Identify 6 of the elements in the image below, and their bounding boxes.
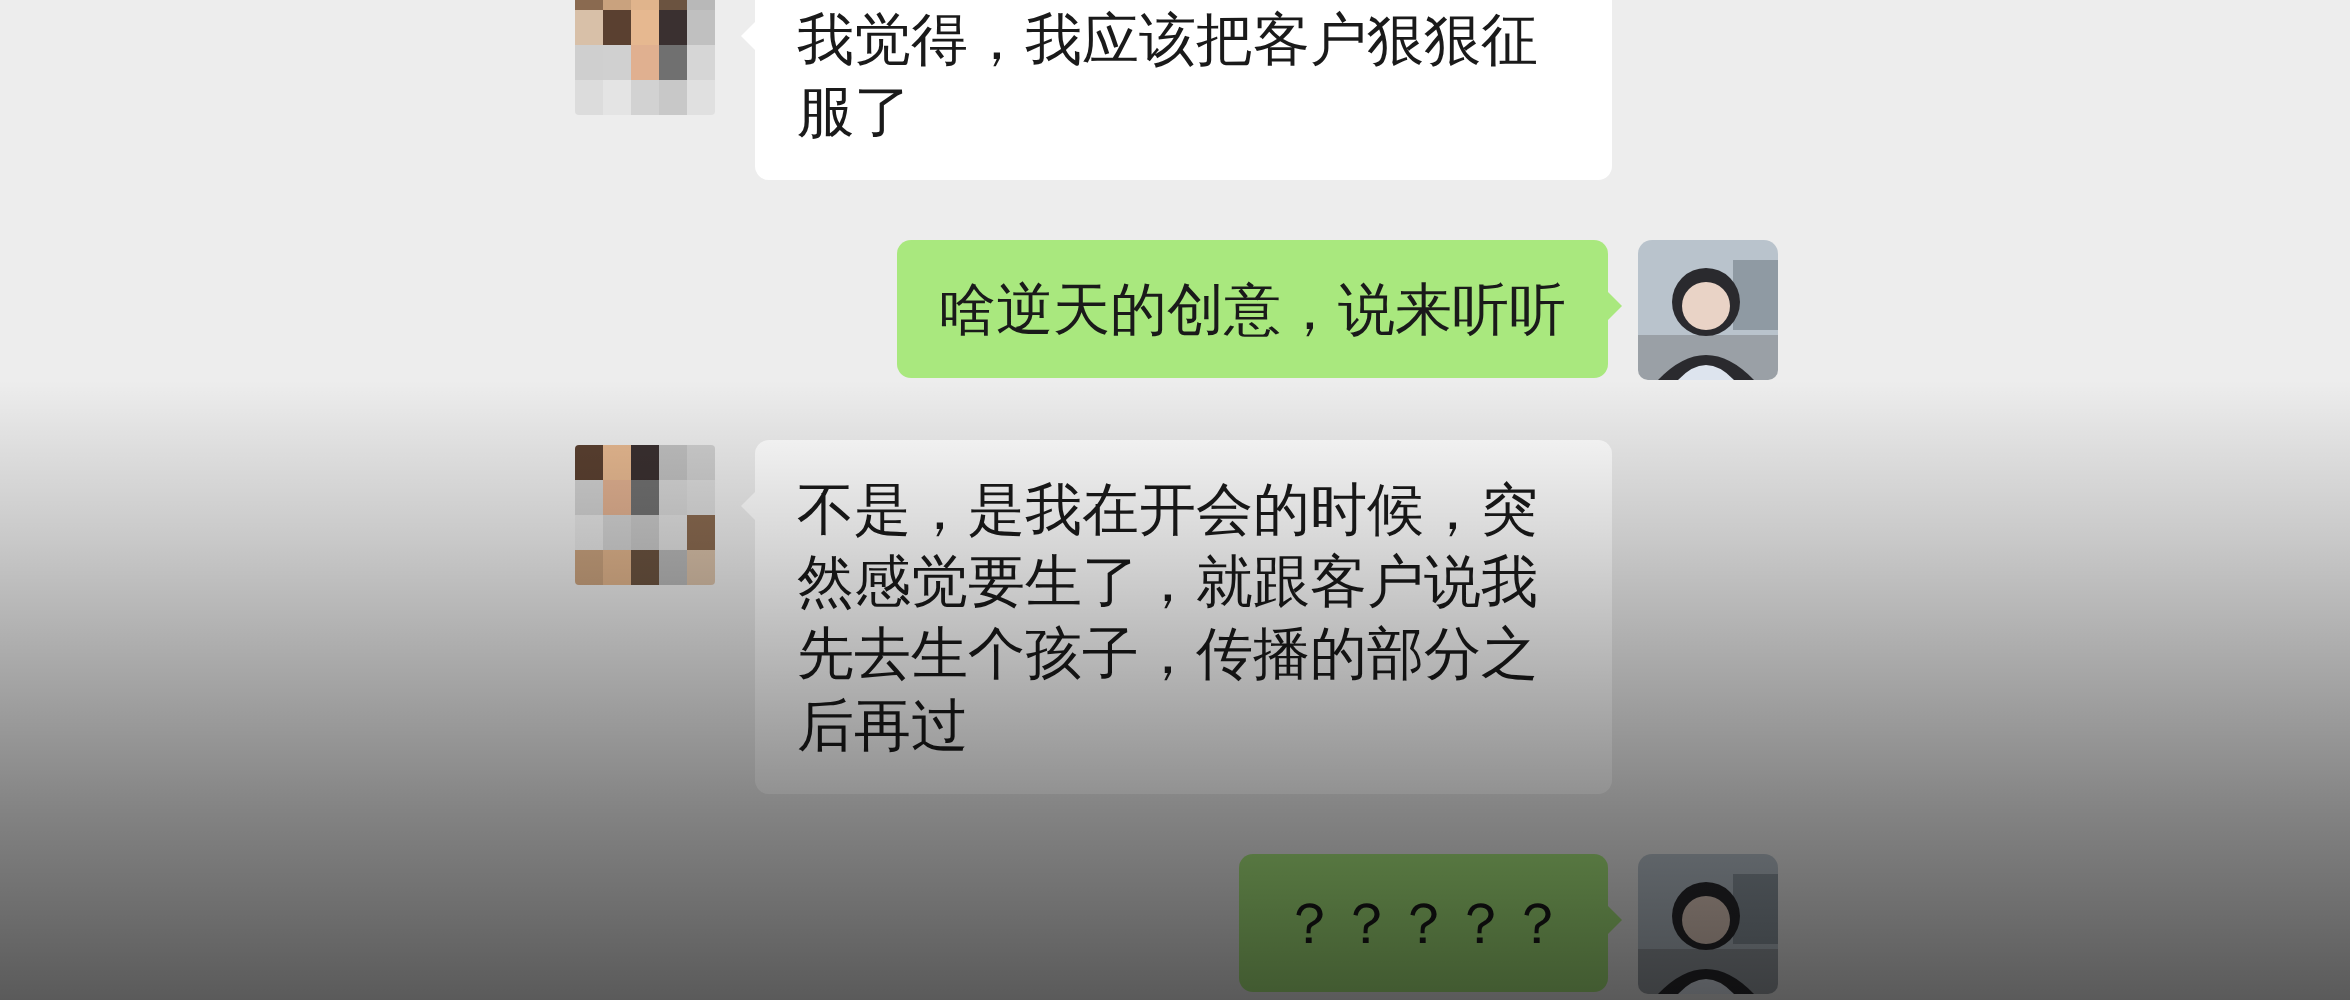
message-bubble: 啥逆天的创意，说来听听 [897,240,1608,378]
bubble-tail [1608,906,1622,934]
bubble-tail [1608,292,1622,320]
message-bubble: 不是，是我在开会的时候，突然感觉要生了，就跟客户说我先去生个孩子，传播的部分之后再过 [755,440,1612,794]
message-bubble: 我觉得，我应该把客户狠狠征服了 [755,0,1612,180]
message-bubble: ？？？？？ [1239,854,1608,992]
